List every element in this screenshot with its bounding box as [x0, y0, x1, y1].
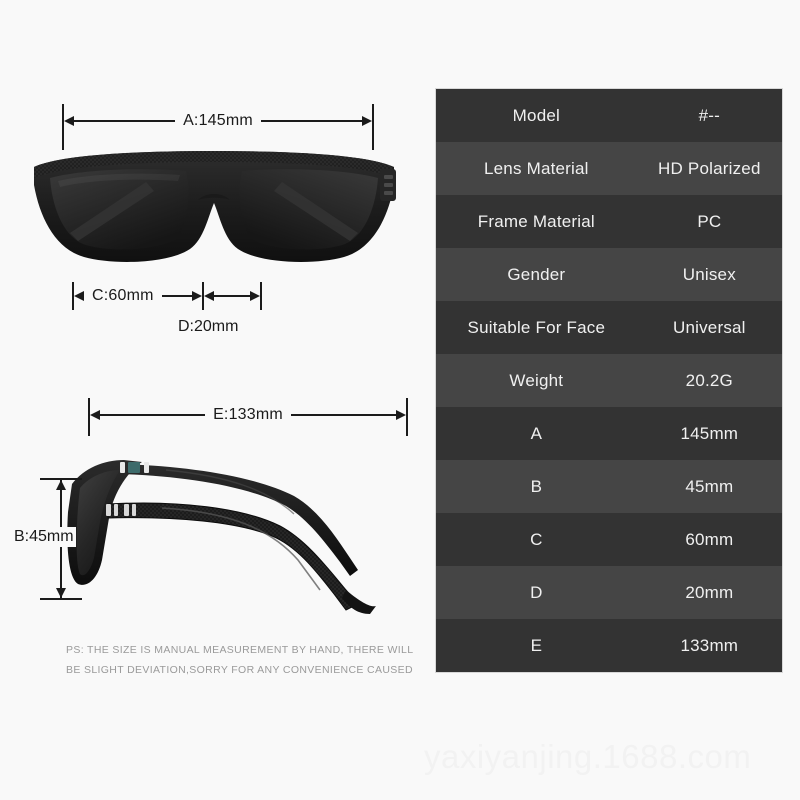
dimension-d-label: D:20mm: [178, 318, 239, 335]
dimension-c-arrow: C:60mm: [74, 287, 202, 304]
spec-value: 45mm: [685, 476, 734, 496]
dimension-cd-group: C:60mm: [72, 282, 262, 312]
spec-value: 133mm: [680, 635, 739, 655]
table-row: Lens Material HD Polarized: [436, 142, 782, 195]
dimension-e-label: E:133mm: [213, 406, 283, 423]
table-row: D 20mm: [436, 566, 782, 619]
table-row: Gender Unisex: [436, 248, 782, 301]
spec-value: 60mm: [685, 529, 734, 549]
dimension-a-arrow: A:145mm: [64, 112, 372, 130]
measurement-disclaimer: PS: THE SIZE IS MANUAL MEASUREMENT BY HA…: [66, 640, 414, 680]
table-row: Model #--: [436, 89, 782, 142]
dimension-line: [161, 295, 192, 297]
arrow-head-up-icon: [56, 480, 66, 490]
arrow-head-left-icon: [204, 291, 214, 301]
product-spec-page: A:145mm C:60mm D:20mm E:133mm B:45mm PS:…: [0, 0, 800, 800]
dimension-a: A:145mm: [62, 104, 374, 150]
dimension-e: E:133mm: [88, 398, 408, 436]
spec-key: E: [530, 635, 543, 655]
spec-key: Frame Material: [477, 211, 595, 231]
product-diagram-panel: A:145mm C:60mm D:20mm E:133mm B:45mm PS:…: [0, 0, 420, 800]
table-row: C 60mm: [436, 513, 782, 566]
sunglasses-side-view: [58, 448, 410, 618]
dimension-line: [74, 120, 176, 122]
table-row: Suitable For Face Universal: [436, 301, 782, 354]
site-watermark: yaxiyanjing.1688.com: [424, 738, 752, 775]
spec-key: B: [530, 476, 543, 496]
dimension-e-arrow: E:133mm: [90, 406, 406, 423]
spec-value: Universal: [673, 317, 746, 337]
dimension-d-arrow: [204, 290, 260, 302]
spec-key: Lens Material: [484, 158, 589, 178]
spec-key: Suitable For Face: [467, 317, 606, 337]
spec-key: Weight: [509, 370, 564, 390]
arrow-head-down-icon: [56, 588, 66, 598]
table-row: E 133mm: [436, 619, 782, 672]
dimension-b-label: B:45mm: [12, 527, 76, 547]
dimension-line: [100, 414, 206, 416]
spec-value: #--: [698, 105, 721, 125]
dimension-line: [290, 414, 396, 416]
arrow-head-right-icon: [362, 116, 372, 126]
spec-value: 145mm: [680, 423, 739, 443]
dimension-e-tick-right: [406, 398, 408, 436]
dimension-a-label: A:145mm: [183, 112, 253, 129]
dimension-d-tick-right: [260, 282, 262, 310]
table-row: Frame Material PC: [436, 195, 782, 248]
spec-key: D: [530, 582, 543, 602]
spec-value: PC: [697, 211, 722, 231]
table-row: A 145mm: [436, 407, 782, 460]
spec-value: 20mm: [685, 582, 734, 602]
arrow-head-left-icon: [90, 410, 100, 420]
arrow-head-left-icon: [74, 291, 84, 301]
arrow-head-right-icon: [250, 291, 260, 301]
dimension-c-label: C:60mm: [92, 287, 154, 304]
disclaimer-line-1: PS: THE SIZE IS MANUAL MEASUREMENT BY HA…: [66, 644, 414, 656]
spec-key: C: [530, 529, 543, 549]
spec-value: Unisex: [682, 264, 736, 284]
dimension-b-cap-bottom: [40, 598, 82, 600]
table-row: Weight 20.2G: [436, 354, 782, 407]
dimension-line: [260, 120, 362, 122]
specification-table: Model #-- Lens Material HD Polarized Fra…: [435, 88, 783, 673]
spec-value: 20.2G: [685, 370, 733, 390]
spec-key: Model: [512, 105, 560, 125]
arrow-head-right-icon: [192, 291, 202, 301]
table-row: B 45mm: [436, 460, 782, 513]
spec-key: A: [530, 423, 543, 443]
disclaimer-line-2: BE SLIGHT DEVIATION,SORRY FOR ANY CONVEN…: [66, 664, 413, 676]
arrow-head-right-icon: [396, 410, 406, 420]
arrow-head-left-icon: [64, 116, 74, 126]
dimension-line: [214, 295, 250, 297]
sunglasses-front-view: [28, 145, 400, 275]
dimension-a-tick-right: [372, 104, 374, 150]
spec-key: Gender: [507, 264, 566, 284]
spec-value: HD Polarized: [658, 158, 761, 178]
